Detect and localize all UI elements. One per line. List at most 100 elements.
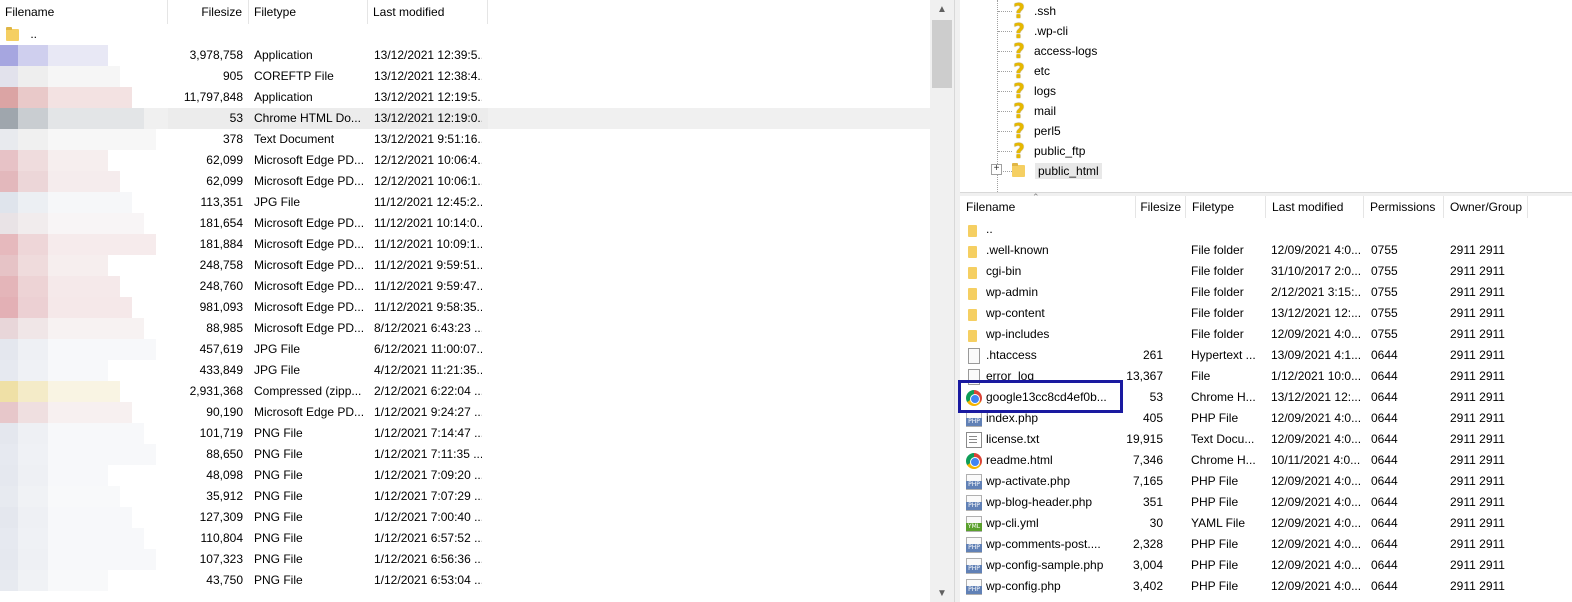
file-type: PNG File	[254, 510, 303, 524]
expand-icon[interactable]: +	[991, 164, 1002, 175]
local-file-row[interactable]: 48,098 PNG File 1/12/2021 7:09:20 ...	[0, 465, 930, 486]
remote-file-row[interactable]: license.txt 19,915 Text Docu... 12/09/2021 …	[960, 429, 1572, 450]
php-file-icon	[966, 474, 982, 490]
folder-icon	[966, 243, 982, 259]
tree-item-mail[interactable]: ? mail	[1010, 101, 1056, 121]
file-type: PNG File	[254, 447, 303, 461]
tree-item-public-html[interactable]: public_html	[1010, 161, 1102, 181]
local-file-row[interactable]: 457,619 JPG File 6/12/2021 11:00:07...	[0, 339, 930, 360]
file-name: wp-blog-header.php	[986, 495, 1093, 509]
remote-file-row[interactable]: wp-config.php 3,402 PHP File 12/09/2021 4:0…	[960, 576, 1572, 597]
remote-file-row[interactable]: wp-blog-header.php 351 PHP File 12/09/2021 …	[960, 492, 1572, 513]
local-file-row[interactable]: 248,758 Microsoft Edge PD... 11/12/2021 9:…	[0, 255, 930, 276]
local-file-row[interactable]: 88,650 PNG File 1/12/2021 7:11:35 ...	[0, 444, 930, 465]
remote-file-row[interactable]: wp-admin File folder 2/12/2021 3:15:... 075…	[960, 282, 1572, 303]
owner-group: 2911 2911	[1450, 579, 1505, 593]
remote-file-row[interactable]: wp-includes File folder 12/09/2021 4:0... 0…	[960, 324, 1572, 345]
local-file-list[interactable]: Filename Filesize Filetype Last modified…	[0, 0, 954, 602]
column-header-filename[interactable]: Filename	[0, 0, 168, 24]
column-header-filetype[interactable]: Filetype	[1186, 196, 1266, 218]
file-size: 53	[229, 111, 243, 125]
local-file-row[interactable]: 181,654 Microsoft Edge PD... 11/12/2021 10…	[0, 213, 930, 234]
redacted-filename	[0, 45, 108, 66]
file-name: wp-admin	[986, 285, 1039, 299]
remote-file-row[interactable]: wp-content File folder 13/12/2021 12:... 07…	[960, 303, 1572, 324]
local-file-row[interactable]: 248,760 Microsoft Edge PD... 11/12/2021 9:…	[0, 276, 930, 297]
tree-item-wp-cli[interactable]: ? .wp-cli	[1010, 21, 1068, 41]
remote-file-row[interactable]: .well-known File folder 12/09/2021 4:0... 0…	[960, 240, 1572, 261]
local-file-row[interactable]: 11,797,848 Application 13/12/2021 12:19:5.…	[0, 87, 930, 108]
local-scrollbar[interactable]: ▲ ▼	[930, 0, 954, 602]
local-file-row[interactable]: 378 Text Document 13/12/2021 9:51:16...	[0, 129, 930, 150]
file-type: PHP File	[1191, 537, 1239, 551]
folder-icon	[966, 285, 982, 301]
column-header-last-modified[interactable]: Last modified	[368, 0, 488, 24]
local-file-row[interactable]: 101,719 PNG File 1/12/2021 7:14:47 ...	[0, 423, 930, 444]
local-list-header: Filename Filesize Filetype Last modified	[0, 0, 930, 24]
local-file-row[interactable]: 110,804 PNG File 1/12/2021 6:57:52 ...	[0, 528, 930, 549]
column-label: Filetype	[254, 5, 297, 19]
remote-file-row[interactable]: readme.html 7,346 Chrome H... 10/11/2021 4:…	[960, 450, 1572, 471]
file-size: 11,797,848	[183, 90, 243, 104]
tree-item-perl5[interactable]: ? perl5	[1010, 121, 1061, 141]
local-file-row[interactable]: 35,912 PNG File 1/12/2021 7:07:29 ...	[0, 486, 930, 507]
redacted-filename	[0, 570, 108, 591]
local-file-row[interactable]: 905 COREFTP File 13/12/2021 12:38:4...	[0, 66, 930, 87]
chevron-up-icon[interactable]: ▲	[930, 0, 954, 18]
file-type: PHP File	[1191, 411, 1239, 425]
tree-item-access-logs[interactable]: ? access-logs	[1010, 41, 1097, 61]
local-file-row[interactable]: 181,884 Microsoft Edge PD... 11/12/2021 10…	[0, 234, 930, 255]
local-file-row[interactable]: 981,093 Microsoft Edge PD... 11/12/2021 9:…	[0, 297, 930, 318]
column-label: Filetype	[1192, 200, 1235, 214]
local-file-row[interactable]: 113,351 JPG File 11/12/2021 12:45:2...	[0, 192, 930, 213]
local-file-row[interactable]: 2,931,368 Compressed (zipp... 2/12/2021 6:…	[0, 381, 930, 402]
last-modified: 2/12/2021 6:22:04 ...	[374, 384, 482, 398]
redacted-filename	[0, 87, 132, 108]
column-header-last-modified[interactable]: Last modified	[1266, 196, 1364, 218]
column-header-permissions[interactable]: Permissions	[1364, 196, 1444, 218]
local-file-row[interactable]: 107,323 PNG File 1/12/2021 6:56:36 ...	[0, 549, 930, 570]
remote-file-row[interactable]: ..	[960, 219, 1572, 240]
tree-item-label: perl5	[1034, 124, 1061, 138]
column-header-filetype[interactable]: Filetype	[249, 0, 368, 24]
chevron-down-icon[interactable]: ▼	[930, 584, 954, 602]
file-name: wp-activate.php	[986, 474, 1071, 488]
file-size: 107,323	[199, 552, 243, 566]
file-size: 90,190	[206, 405, 243, 419]
last-modified: 12/09/2021 4:0...	[1271, 537, 1361, 551]
permissions: 0644	[1371, 579, 1398, 593]
remote-file-row[interactable]: cgi-bin File folder 31/10/2017 2:0... 0755 2…	[960, 261, 1572, 282]
column-header-filename[interactable]: Filename	[960, 196, 1136, 218]
file-type: PNG File	[254, 426, 303, 440]
owner-group: 2911 2911	[1450, 243, 1505, 257]
local-file-row[interactable]: 62,099 Microsoft Edge PD... 12/12/2021 10:…	[0, 150, 930, 171]
remote-file-row[interactable]: wp-config-sample.php 3,004 PHP File 12/09/2…	[960, 555, 1572, 576]
remote-file-row[interactable]: wp-comments-post.... 2,328 PHP File 12/09/2…	[960, 534, 1572, 555]
tree-item-ssh[interactable]: ? .ssh	[1010, 1, 1056, 21]
local-file-row[interactable]: 62,099 Microsoft Edge PD... 12/12/2021 10:…	[0, 171, 930, 192]
tree-item-public-ftp[interactable]: ? public_ftp	[1010, 141, 1085, 161]
redacted-filename	[0, 129, 156, 150]
column-header-filesize[interactable]: Filesize	[1136, 196, 1186, 218]
last-modified: 12/09/2021 4:0...	[1271, 243, 1361, 257]
remote-file-row[interactable]: wp-activate.php 7,165 PHP File 12/09/2021 4…	[960, 471, 1572, 492]
scrollbar-thumb[interactable]	[932, 20, 952, 88]
column-header-filesize[interactable]: Filesize	[168, 0, 249, 24]
tree-item-logs[interactable]: ? logs	[1010, 81, 1056, 101]
local-file-row[interactable]: 53 Chrome HTML Do... 13/12/2021 12:19:0...	[0, 108, 930, 129]
last-modified: 12/09/2021 4:0...	[1271, 474, 1361, 488]
tree-item-etc[interactable]: ? etc	[1010, 61, 1050, 81]
parent-directory-row[interactable]: ..	[0, 24, 930, 45]
file-type: File	[1191, 369, 1211, 383]
remote-file-row[interactable]: .htaccess 261 Hypertext ... 13/09/2021 4:1.…	[960, 345, 1572, 366]
local-file-row[interactable]: 90,190 Microsoft Edge PD... 1/12/2021 9:24…	[0, 402, 930, 423]
local-file-row[interactable]: 433,849 JPG File 4/12/2021 11:21:35...	[0, 360, 930, 381]
local-file-row[interactable]: 88,985 Microsoft Edge PD... 8/12/2021 6:43…	[0, 318, 930, 339]
local-file-row[interactable]: 3,978,758 Application 13/12/2021 12:39:5..…	[0, 45, 930, 66]
last-modified: 11/12/2021 10:14:0...	[374, 216, 482, 230]
permissions: 0755	[1371, 285, 1398, 299]
local-file-row[interactable]: 127,309 PNG File 1/12/2021 7:00:40 ...	[0, 507, 930, 528]
column-header-owner-group[interactable]: Owner/Group	[1444, 196, 1528, 218]
local-file-row[interactable]: 43,750 PNG File 1/12/2021 6:53:04 ...	[0, 570, 930, 591]
remote-file-row[interactable]: wp-cli.yml 30 YAML File 12/09/2021 4:0... 06…	[960, 513, 1572, 534]
